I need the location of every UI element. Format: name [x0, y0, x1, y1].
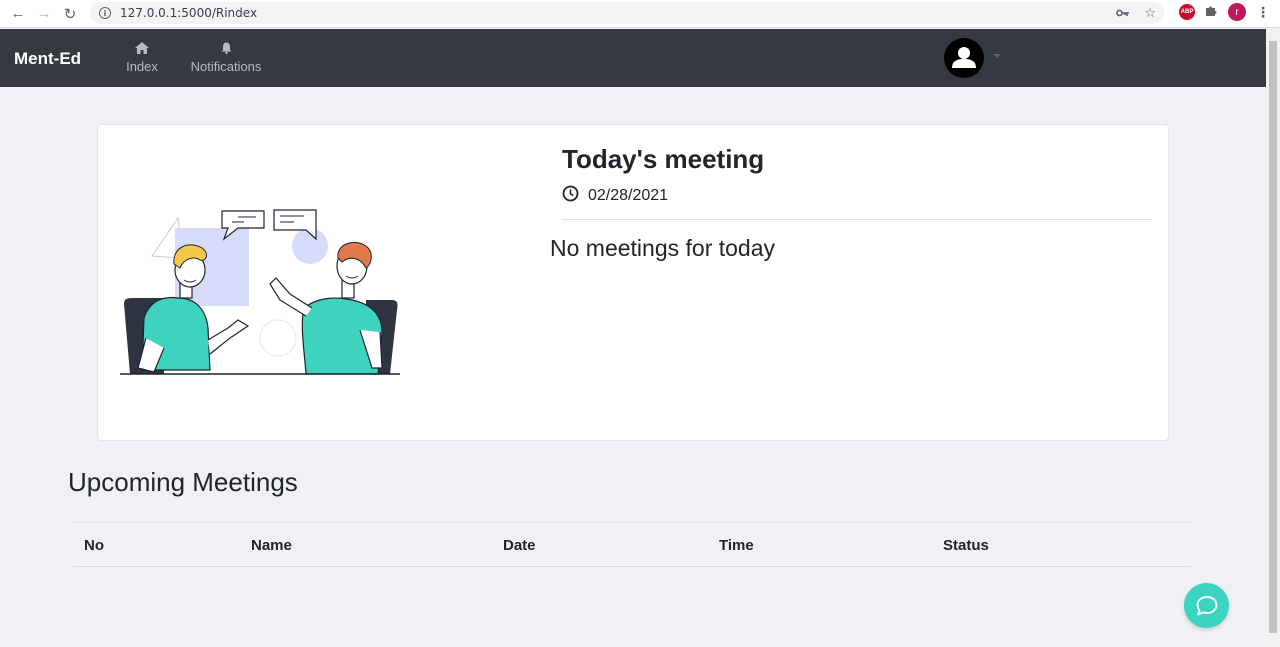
meeting-date: 02/28/2021 [588, 187, 669, 204]
back-arrow-icon[interactable]: ← [5, 2, 31, 26]
scrollbar-thumb[interactable] [1269, 41, 1277, 633]
reload-icon[interactable]: ↻ [57, 2, 83, 26]
meeting-date-row: 02/28/2021 [562, 185, 668, 207]
user-avatar-icon[interactable] [944, 38, 984, 78]
chevron-down-icon[interactable] [993, 54, 1001, 58]
adblock-extension-icon[interactable]: ABP [1179, 4, 1195, 20]
upcoming-meetings-table: No Name Date Time Status [73, 522, 1191, 567]
page-scrollbar[interactable] [1266, 29, 1280, 647]
divider [562, 219, 1152, 220]
address-bar[interactable]: i 127.0.0.1:5000/Rindex ☆ [90, 2, 1164, 24]
nav-item-notifications[interactable]: Notifications [188, 39, 264, 74]
home-icon [135, 39, 149, 57]
profile-avatar[interactable]: r [1228, 3, 1246, 21]
brand-logo[interactable]: Ment-Ed [14, 49, 81, 69]
forward-arrow-icon[interactable]: → [31, 2, 57, 26]
browser-toolbar: ← → ↻ i 127.0.0.1:5000/Rindex ☆ ABP r ⋮ [0, 0, 1280, 28]
bookmark-star-icon[interactable]: ☆ [1144, 5, 1156, 21]
nav-item-label: Notifications [190, 59, 262, 74]
column-header-time: Time [719, 537, 754, 554]
column-header-name: Name [251, 537, 292, 554]
app-navbar: Ment-Ed Index Notifications [0, 29, 1266, 87]
chat-button[interactable] [1184, 583, 1229, 628]
upcoming-meetings-title: Upcoming Meetings [68, 467, 298, 497]
meeting-illustration [120, 209, 400, 375]
empty-meetings-message: No meetings for today [550, 235, 776, 261]
column-header-status: Status [943, 537, 989, 554]
bell-icon [221, 39, 232, 57]
browser-menu-icon[interactable]: ⋮ [1256, 4, 1270, 21]
nav-item-label: Index [126, 59, 158, 74]
nav-item-index[interactable]: Index [124, 39, 160, 74]
chat-bubble-icon [1196, 595, 1217, 615]
site-info-icon[interactable]: i [99, 7, 111, 19]
key-icon[interactable] [1116, 6, 1130, 21]
url-text[interactable]: 127.0.0.1:5000/Rindex [120, 6, 257, 20]
extensions-puzzle-icon[interactable] [1205, 4, 1218, 20]
column-header-no: No [84, 537, 104, 554]
column-header-date: Date [503, 537, 536, 554]
clock-icon [562, 185, 579, 207]
meeting-card-title: Today's meeting [562, 144, 765, 174]
